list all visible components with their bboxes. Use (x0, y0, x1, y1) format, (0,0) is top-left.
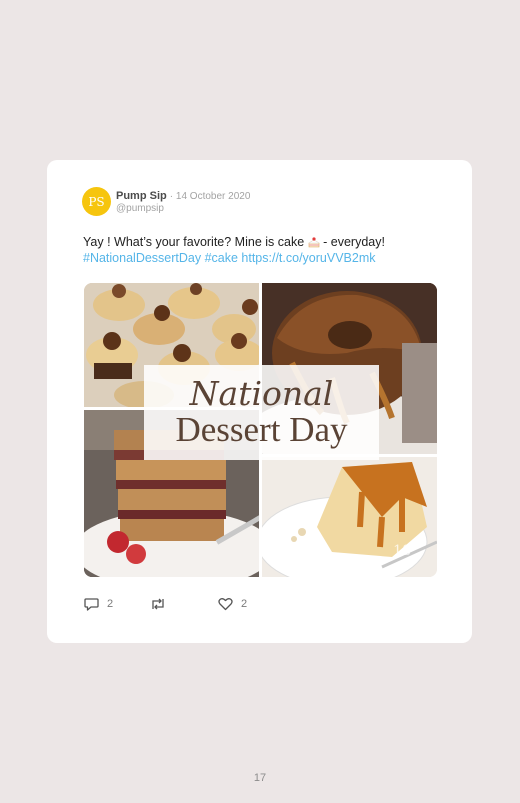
tweet-text-part2: - everyday! (319, 235, 385, 249)
tweet-hashtags-link[interactable]: #NationalDessertDay #cake https://t.co/y… (83, 250, 453, 266)
page-number: 17 (253, 772, 267, 784)
dessert-photo-caramel-cake: 18 (262, 457, 437, 577)
retweet-button[interactable] (150, 597, 174, 611)
like-count: 2 (241, 598, 248, 610)
retweet-icon (152, 598, 164, 610)
overlay-line1: National (189, 373, 334, 413)
media-watermark: 18 (393, 543, 411, 559)
tweet-text-part1: Yay ! What’s your favorite? Mine is cake (83, 235, 308, 249)
tweet-text-line1: Yay ! What’s your favorite? Mine is cake… (83, 234, 453, 250)
author-handle[interactable]: @pumpsip (116, 203, 164, 214)
reply-button[interactable]: 2 (84, 597, 113, 611)
author-name[interactable]: Pump Sip (116, 190, 167, 202)
avatar-initials: PS (88, 194, 105, 209)
tweet-media[interactable]: 18 National Dessert Day (84, 283, 437, 577)
overlay-line2: Dessert Day (175, 409, 348, 449)
tweet-text: Yay ! What’s your favorite? Mine is cake… (83, 234, 453, 266)
heart-icon (218, 598, 233, 611)
media-title-overlay: National Dessert Day (144, 365, 379, 460)
like-button[interactable]: 2 (218, 597, 247, 611)
reply-icon (84, 598, 99, 611)
tweet-actions: 2 2 (84, 597, 284, 615)
author-line: Pump Sip · 14 October 2020 (116, 190, 250, 202)
tweet-date: · 14 October 2020 (169, 191, 251, 202)
tweet-card: PS Pump Sip · 14 October 2020 @pumpsip Y… (47, 160, 472, 643)
avatar[interactable]: PS (82, 187, 111, 216)
shortcake-emoji-icon (307, 237, 320, 248)
reply-count: 2 (107, 598, 114, 610)
